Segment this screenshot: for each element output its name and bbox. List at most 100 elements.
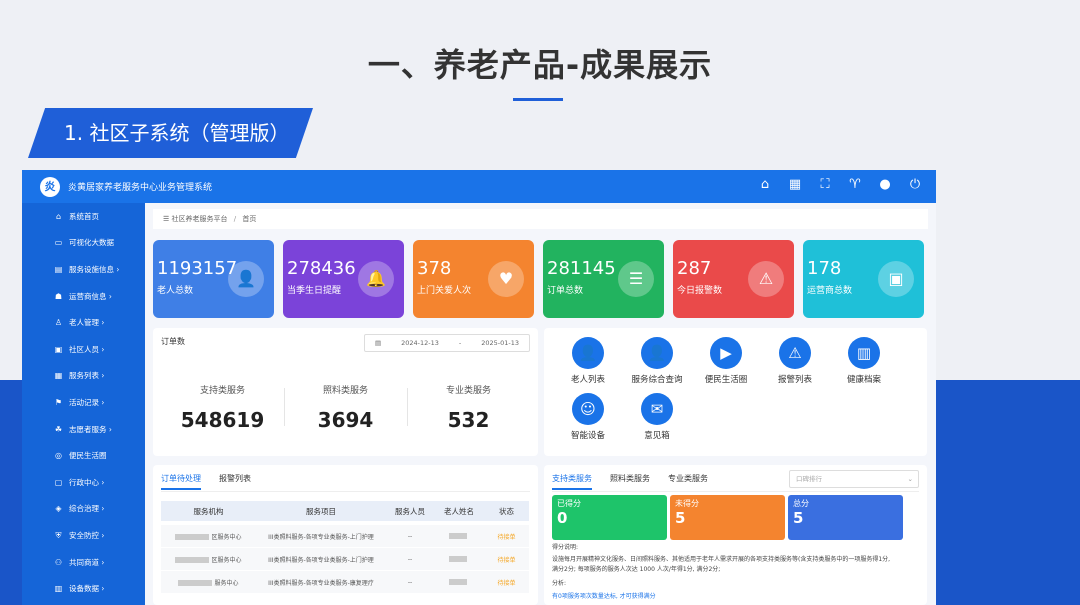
breadcrumb-current: 首页 bbox=[242, 215, 257, 223]
alarm-icon: ⚠ bbox=[779, 337, 811, 369]
tab-pending-orders[interactable]: 订单待处理 bbox=[161, 473, 201, 490]
sidebar-item-label: 共同商道 › bbox=[69, 557, 105, 567]
score-label: 未得分 bbox=[675, 499, 699, 508]
tab-care-service[interactable]: 照料类服务 bbox=[610, 473, 650, 490]
sidebar-item[interactable]: ▣ 社区人员 › bbox=[22, 336, 145, 363]
sidebar-item-label: 安全防控 › bbox=[69, 530, 105, 540]
sidebar-item[interactable]: ⚇ 共同商道 › bbox=[22, 549, 145, 576]
order-col-value: 532 bbox=[447, 408, 490, 432]
cell-status[interactable]: 待接单 bbox=[484, 555, 529, 564]
col-elder: 老人姓名 bbox=[444, 506, 474, 516]
table-row[interactable]: 区服务中心 III类照料服务-各项专业类服务-上门护理 -- 待接单 bbox=[161, 525, 529, 547]
people-icon: ☗ bbox=[54, 291, 63, 301]
date-range-picker[interactable]: ▤ 2024-12-13 - 2025-01-13 bbox=[364, 334, 530, 352]
sidebar-item[interactable]: ⚑ 活动记录 › bbox=[22, 389, 145, 416]
quick-access-item[interactable]: ✉ 意见箱 bbox=[622, 393, 692, 441]
volunteer-icon: ☘ bbox=[54, 424, 63, 434]
power-icon[interactable]: ⏻ bbox=[908, 178, 922, 192]
tab-support-service[interactable]: 支持类服务 bbox=[552, 473, 592, 490]
sidebar-item[interactable]: ▭ 可视化大数据 bbox=[22, 230, 145, 257]
col-item: 服务项目 bbox=[306, 506, 336, 516]
date-start[interactable]: 2024-12-13 bbox=[401, 339, 439, 347]
stat-card[interactable]: 281145 订单总数 ☰ bbox=[543, 240, 664, 318]
stat-card[interactable]: 278436 当季生日提醒 🔔 bbox=[283, 240, 404, 318]
quick-access-panel: 👤 老人列表 👤 服务综合查询 ▶ 便民生活圈 ⚠ 报警列表 ▥ 健康档案 ☺ 智能设备 ✉… bbox=[544, 328, 927, 456]
order-col-support: 支持类服务 548619 bbox=[161, 383, 284, 432]
sidebar-item[interactable]: ☘ 志愿者服务 › bbox=[22, 416, 145, 443]
redacted-text bbox=[178, 580, 213, 586]
quick-access-label: 服务综合查询 bbox=[631, 375, 683, 385]
pending-tabs: 订单待处理 报警列表 bbox=[161, 473, 251, 490]
quick-access-item[interactable]: ▶ 便民生活圈 bbox=[691, 337, 761, 385]
sidebar-item[interactable]: ⛨ 安全防控 › bbox=[22, 522, 145, 549]
date-end[interactable]: 2025-01-13 bbox=[481, 339, 519, 347]
stat-card[interactable]: 378 上门关爱人次 ♥ bbox=[413, 240, 534, 318]
quick-access-item[interactable]: 👤 服务综合查询 bbox=[622, 337, 692, 385]
sidebar-item[interactable]: ☗ 运营商信息 › bbox=[22, 283, 145, 310]
shirt-icon[interactable]: ♈ bbox=[848, 178, 862, 192]
top-icon-bar: ⌂ ▦ ⛶ ♈ ● ⏻ bbox=[758, 178, 922, 192]
monitor-icon: ▭ bbox=[54, 238, 63, 248]
stat-card[interactable]: 287 今日报警数 ⚠ bbox=[673, 240, 794, 318]
cell-status[interactable]: 待接单 bbox=[484, 578, 529, 587]
sidebar-item[interactable]: ◎ 便民生活圈 bbox=[22, 442, 145, 469]
sidebar-item-label: 设备数据 › bbox=[69, 584, 105, 594]
sidebar-item[interactable]: ▢ 行政中心 › bbox=[22, 469, 145, 496]
tab-alarm-list[interactable]: 报警列表 bbox=[219, 473, 251, 490]
sidebar-item[interactable]: ◈ 综合治理 › bbox=[22, 496, 145, 523]
flag-icon: ⚑ bbox=[54, 397, 63, 407]
slide-title: 一、养老产品-成果展示 bbox=[367, 46, 713, 84]
app-logo: 炎 bbox=[40, 177, 60, 197]
home-icon[interactable]: ⌂ bbox=[758, 178, 772, 192]
breadcrumb-root[interactable]: 社区养老服务平台 bbox=[172, 215, 228, 223]
order-col-value: 3694 bbox=[317, 408, 374, 432]
home-icon: ⌂ bbox=[55, 211, 62, 221]
admin-icon: ▢ bbox=[54, 477, 63, 487]
quick-access-label: 便民生活圈 bbox=[704, 375, 748, 385]
redacted-text bbox=[449, 533, 467, 539]
sidebar-item[interactable]: ▦ 服务列表 › bbox=[22, 363, 145, 390]
app-window: 炎 炎黄居家养老服务中心业务管理系统 ⌂ ▦ ⛶ ♈ ● ⏻ ⌂ 系统首页 ▭ 可视化… bbox=[22, 170, 936, 605]
redacted-text bbox=[175, 557, 210, 563]
quick-access-item[interactable]: ☺ 智能设备 bbox=[553, 393, 623, 441]
ranking-select[interactable]: 口碑排行 ⌄ bbox=[789, 470, 919, 488]
menu-toggle-icon[interactable]: ☰ bbox=[163, 215, 169, 223]
tab-pro-service[interactable]: 专业类服务 bbox=[668, 473, 708, 490]
sidebar-item[interactable]: ⌂ 系统首页 bbox=[22, 203, 145, 230]
sidebar-item-label: 运营商信息 › bbox=[69, 291, 112, 301]
quick-access-item[interactable]: ▥ 健康档案 bbox=[829, 337, 899, 385]
stat-card[interactable]: 1193157 老人总数 👤 bbox=[153, 240, 274, 318]
quick-access-item[interactable]: ⚠ 报警列表 bbox=[760, 337, 830, 385]
sidebar-item[interactable]: ▤ 服务设施信息 › bbox=[22, 256, 145, 283]
elder-icon: 👤 bbox=[572, 337, 604, 369]
order-col-label: 支持类服务 bbox=[199, 386, 245, 396]
redacted-text bbox=[449, 556, 467, 562]
sidebar-item-label: 便民生活圈 bbox=[69, 451, 107, 461]
analysis-link[interactable]: 有0项服务项次数量达标, 才可获得满分 bbox=[552, 591, 656, 600]
bell-icon: 🔔 bbox=[358, 261, 394, 297]
cell-status[interactable]: 待接单 bbox=[484, 532, 529, 541]
main-content: ☰ 社区养老服务平台 / 首页 1193157 老人总数 👤 278436 当季生… bbox=[145, 203, 936, 605]
table-row[interactable]: 区服务中心 III类照料服务-各项专业类服务-上门护理 -- 待接单 bbox=[161, 548, 529, 570]
order-col-label: 专业类服务 bbox=[445, 386, 491, 396]
clipboard-icon: ☰ bbox=[618, 261, 654, 297]
user-icon[interactable]: ● bbox=[878, 178, 892, 192]
sidebar-item[interactable]: ▥ 设备数据 › bbox=[22, 575, 145, 602]
stat-card[interactable]: 178 运营商总数 ▣ bbox=[803, 240, 924, 318]
quick-access-label: 健康档案 bbox=[846, 375, 881, 385]
fullscreen-icon[interactable]: ⛶ bbox=[818, 178, 832, 192]
score-value: 5 bbox=[675, 509, 686, 527]
order-col-value: 548619 bbox=[180, 408, 265, 432]
sidebar-item[interactable]: ♙ 老人管理 › bbox=[22, 309, 145, 336]
quick-access-label: 报警列表 bbox=[777, 375, 812, 385]
sidebar-item-label: 志愿者服务 › bbox=[69, 424, 112, 434]
grid-icon[interactable]: ▦ bbox=[788, 178, 802, 192]
table-row[interactable]: 服务中心 III类照料服务-各项专业类服务-康复理疗 -- 待接单 bbox=[161, 571, 529, 593]
quick-access-item[interactable]: 👤 老人列表 bbox=[553, 337, 623, 385]
score-card: 未得分 5 bbox=[670, 495, 785, 540]
robot-icon: ☺ bbox=[572, 393, 604, 425]
alarm-icon: ⚠ bbox=[748, 261, 784, 297]
search-person-icon: 👤 bbox=[641, 337, 673, 369]
order-col-pro: 专业类服务 532 bbox=[407, 383, 530, 432]
elder-icon: ♙ bbox=[54, 318, 63, 328]
